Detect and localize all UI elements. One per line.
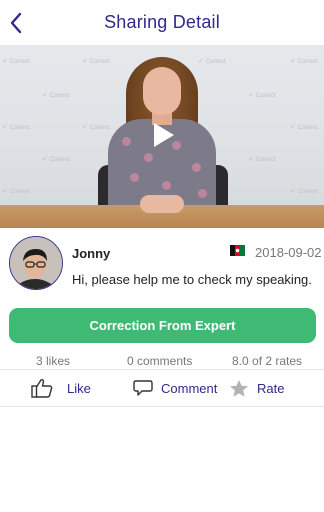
speaker-face (143, 67, 181, 115)
watermark: Correct (82, 123, 110, 131)
speaker-hands (140, 195, 184, 213)
play-button[interactable] (145, 118, 179, 152)
watermark: Correct (42, 155, 70, 163)
watermark: Correct (248, 155, 276, 163)
watermark: Correct (248, 91, 276, 99)
flag-icon (230, 245, 245, 256)
correction-from-expert-button[interactable]: Correction From Expert (9, 308, 316, 343)
author-name[interactable]: Jonny (72, 246, 110, 261)
rates-summary: 8.0 of 2 rates (232, 354, 303, 368)
page-title: Sharing Detail (104, 12, 220, 32)
avatar-photo (10, 237, 62, 289)
comments-count: 0 comments (127, 354, 193, 368)
watermark: Correct (2, 57, 30, 65)
speech-bubble-icon (133, 380, 153, 396)
watermark: Correct (290, 187, 318, 195)
star-icon (230, 379, 248, 397)
comment-button[interactable]: Comment (133, 374, 217, 402)
play-icon (154, 123, 174, 147)
header-bar: Sharing Detail (0, 0, 324, 45)
watermark: Correct (2, 123, 30, 131)
watermark: Correct (290, 57, 318, 65)
like-label: Like (67, 380, 91, 396)
rate-button[interactable]: Rate (229, 374, 284, 402)
sharing-detail-screen: Sharing Detail Correct Correct Correct C… (0, 0, 324, 512)
rate-label: Rate (257, 380, 285, 396)
watermark: Correct (198, 57, 226, 65)
likes-count: 3 likes (36, 354, 71, 368)
like-button[interactable]: Like (31, 374, 91, 402)
comment-label: Comment (161, 380, 218, 396)
author-avatar[interactable] (9, 236, 63, 290)
post-message: Hi, please help me to check my speaking. (72, 272, 312, 287)
watermark: Correct (2, 187, 30, 195)
chevron-left-icon (10, 12, 22, 34)
watermark: Correct (82, 57, 110, 65)
back-button[interactable] (6, 10, 26, 36)
watermark: Correct (290, 123, 318, 131)
thumbs-up-icon (31, 379, 53, 398)
divider (0, 369, 324, 370)
watermark: Correct (42, 91, 70, 99)
video-player[interactable]: Correct Correct Correct Correct Correct … (0, 45, 324, 228)
post-date: 2018-09-02 (255, 245, 322, 260)
divider (0, 406, 324, 407)
